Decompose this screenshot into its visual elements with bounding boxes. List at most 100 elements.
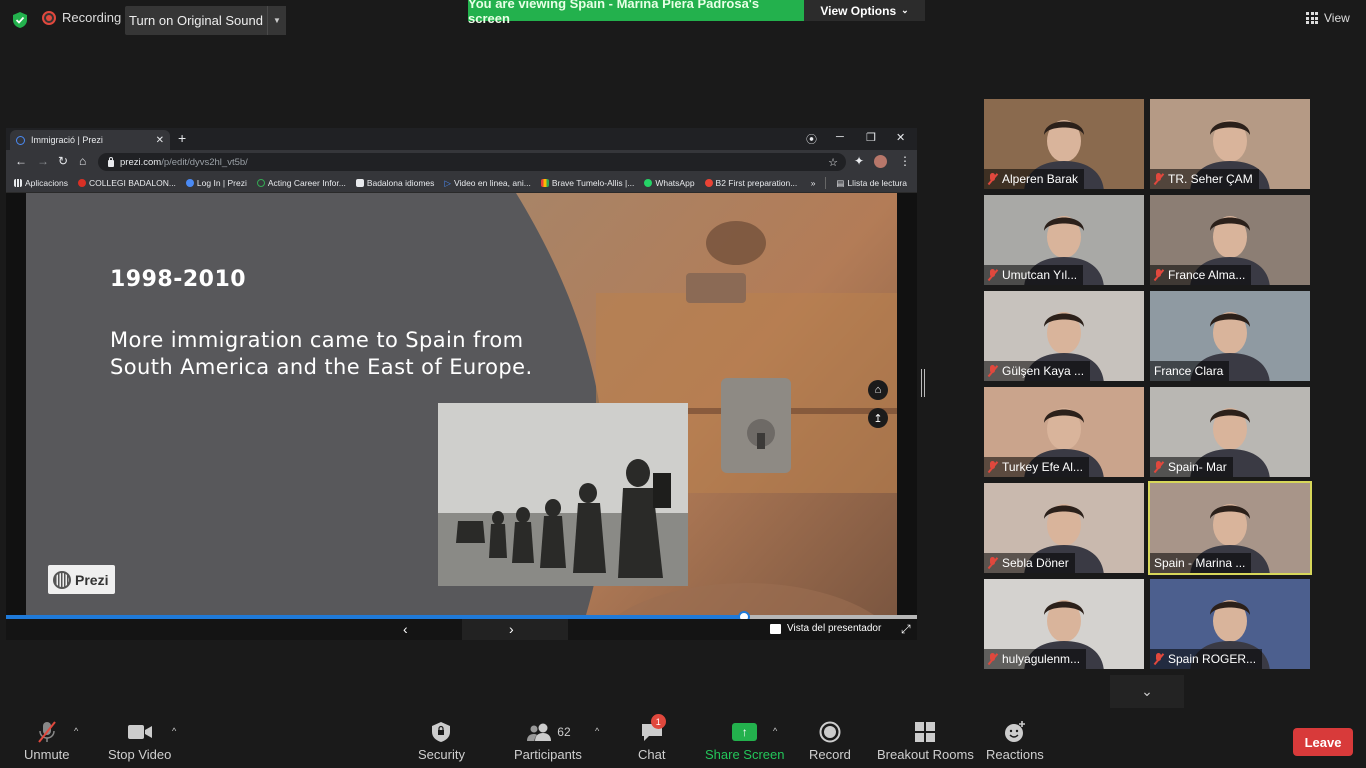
view-options-button[interactable]: View Options ⌄ bbox=[804, 0, 925, 21]
back-arrow-icon[interactable]: ← bbox=[15, 154, 27, 168]
recording-indicator[interactable]: Recording bbox=[42, 10, 121, 25]
bookmark-item[interactable]: Brave Tumelo-Allis |... bbox=[540, 178, 635, 188]
gallery-next-page-button[interactable]: ⌄ bbox=[1110, 675, 1184, 708]
browser-menu-icon[interactable]: ⋮ bbox=[899, 154, 911, 168]
reactions-button[interactable]: Reactions bbox=[986, 720, 1044, 762]
security-label: Security bbox=[418, 747, 465, 762]
reactions-label: Reactions bbox=[986, 747, 1044, 762]
participant-tile[interactable]: hulyagulenm... bbox=[984, 579, 1144, 669]
bookmark-item[interactable]: COLLEGI BADALON... bbox=[78, 178, 176, 188]
presenter-view-button[interactable]: Vista del presentador bbox=[770, 623, 881, 634]
reload-icon[interactable]: ↻ bbox=[58, 154, 68, 168]
reading-list-icon: ▤ bbox=[836, 177, 845, 188]
security-shield-icon[interactable] bbox=[12, 11, 28, 29]
home-icon[interactable]: ⌂ bbox=[79, 154, 86, 168]
participant-tile[interactable]: Spain- Mar bbox=[1150, 387, 1310, 477]
bookmark-item[interactable]: Acting Career Infor... bbox=[256, 178, 346, 188]
profile-media-icon[interactable]: ⦿ bbox=[806, 131, 817, 147]
leave-button[interactable]: Leave bbox=[1293, 728, 1353, 756]
prev-step-icon[interactable]: ‹ bbox=[403, 621, 408, 637]
minimize-icon[interactable]: ─ bbox=[836, 131, 844, 143]
participant-tile[interactable]: Spain ROGER... bbox=[1150, 579, 1310, 669]
play-icon: ▷ bbox=[444, 177, 451, 188]
chat-button[interactable]: 1 Chat bbox=[638, 714, 666, 762]
zoom-out-icon[interactable]: ↥ bbox=[868, 408, 888, 428]
participant-name: Umutcan Yıl... bbox=[1002, 268, 1078, 282]
stop-video-button[interactable]: Stop Video bbox=[108, 720, 171, 762]
original-sound-dropdown[interactable]: ▼ bbox=[267, 6, 286, 35]
participants-options-caret-icon[interactable]: ^ bbox=[595, 726, 599, 736]
mic-muted-icon bbox=[988, 365, 997, 377]
original-sound-button[interactable]: Turn on Original Sound bbox=[125, 6, 267, 35]
mic-muted-icon bbox=[35, 720, 59, 744]
bookmark-label: B2 First preparation... bbox=[715, 178, 798, 188]
prezi-slide-viewport: 1998-2010 More immigration came to Spain… bbox=[6, 193, 917, 615]
participant-name-tag: Spain - Marina ... bbox=[1150, 553, 1252, 573]
prezi-badge[interactable]: Prezi bbox=[48, 565, 115, 594]
unmute-button[interactable]: Unmute bbox=[24, 720, 70, 762]
fullscreen-icon[interactable]: ⤢ bbox=[901, 622, 911, 637]
split-resize-handle[interactable] bbox=[921, 369, 925, 397]
view-options-label: View Options bbox=[820, 3, 897, 18]
participant-tile[interactable]: Alperen Barak bbox=[984, 99, 1144, 189]
audio-options-caret-icon[interactable]: ^ bbox=[74, 726, 78, 736]
new-tab-icon[interactable]: + bbox=[178, 130, 186, 146]
whatsapp-icon bbox=[644, 179, 653, 187]
participant-tile[interactable]: Sebla Döner bbox=[984, 483, 1144, 573]
participant-tile[interactable]: Turkey Efe Al... bbox=[984, 387, 1144, 477]
mic-muted-icon bbox=[1154, 173, 1163, 185]
participant-name-tag: France Clara bbox=[1150, 361, 1230, 381]
tab-close-icon[interactable]: ✕ bbox=[156, 135, 164, 146]
chat-label: Chat bbox=[638, 747, 666, 762]
bookmark-item[interactable]: WhatsApp bbox=[644, 178, 695, 188]
unmute-label: Unmute bbox=[24, 747, 70, 762]
participant-name-tag: Spain ROGER... bbox=[1150, 649, 1263, 669]
bookmark-item[interactable]: Badalona idiomes bbox=[355, 178, 434, 188]
bookmarks-divider bbox=[825, 177, 827, 189]
participant-tile[interactable]: Gülşen Kaya ... bbox=[984, 291, 1144, 381]
participant-tile[interactable]: TR. Seher ÇAM bbox=[1150, 99, 1310, 189]
profile-avatar[interactable] bbox=[874, 155, 887, 168]
bookmark-icon bbox=[256, 179, 265, 187]
participant-tile[interactable]: France Clara bbox=[1150, 291, 1310, 381]
meeting-controls-bar: Unmute ^ Stop Video ^ Security 62 Partic… bbox=[0, 708, 1366, 768]
participant-name: Spain - Marina ... bbox=[1154, 556, 1246, 570]
restore-icon[interactable]: ❐ bbox=[866, 131, 876, 144]
next-step-icon[interactable]: › bbox=[509, 621, 514, 637]
window-close-icon[interactable]: ✕ bbox=[896, 131, 905, 144]
presenter-view-label: Vista del presentador bbox=[787, 623, 882, 634]
share-options-caret-icon[interactable]: ^ bbox=[773, 726, 777, 736]
browser-tab[interactable]: Immigració | Prezi ✕ bbox=[10, 130, 170, 150]
home-icon[interactable]: ⌂ bbox=[868, 380, 888, 400]
reading-list[interactable]: ▤ Llista de lectura bbox=[836, 178, 907, 189]
participant-tile[interactable]: Umutcan Yıl... bbox=[984, 195, 1144, 285]
address-bar[interactable]: prezi.com/p/edit/dyvs2hl_vt5b/ ☆ bbox=[98, 153, 846, 171]
bookmark-label: COLLEGI BADALON... bbox=[89, 178, 176, 188]
bookmark-label: Video en linea, ani... bbox=[453, 178, 531, 188]
participant-tile[interactable]: France Alma... bbox=[1150, 195, 1310, 285]
next-step-button[interactable] bbox=[462, 619, 568, 640]
view-button[interactable]: View bbox=[1306, 11, 1350, 25]
security-button[interactable]: Security bbox=[418, 720, 465, 762]
caret-down-icon: ▼ bbox=[273, 16, 281, 25]
breakout-rooms-button[interactable]: Breakout Rooms bbox=[877, 720, 974, 762]
bookmark-icon bbox=[704, 179, 713, 187]
video-options-caret-icon[interactable]: ^ bbox=[172, 726, 176, 736]
extensions-icon[interactable]: ✦ bbox=[854, 154, 864, 168]
bookmark-star-icon[interactable]: ☆ bbox=[828, 156, 838, 169]
more-bookmarks-icon[interactable]: » bbox=[811, 178, 816, 188]
record-button[interactable]: Record bbox=[809, 720, 851, 762]
bookmark-item[interactable]: B2 First preparation... bbox=[704, 178, 798, 188]
participant-name: Sebla Döner bbox=[1002, 556, 1069, 570]
prezi-slide[interactable]: 1998-2010 More immigration came to Spain… bbox=[26, 193, 897, 615]
bookmark-icon bbox=[540, 179, 549, 187]
bookmark-item[interactable]: ▷ Video en linea, ani... bbox=[444, 178, 530, 189]
url-path: /p/edit/dyvs2hl_vt5b/ bbox=[161, 156, 248, 168]
bookmark-label: Brave Tumelo-Allis |... bbox=[551, 178, 635, 188]
participant-tile[interactable]: Spain - Marina ... bbox=[1148, 481, 1312, 575]
bookmark-item[interactable]: Log In | Prezi bbox=[185, 178, 247, 188]
bookmark-item[interactable]: Aplicacions bbox=[14, 178, 68, 188]
participant-name-tag: Spain- Mar bbox=[1150, 457, 1233, 477]
participants-button[interactable]: 62 Participants bbox=[514, 720, 582, 762]
forward-arrow-icon[interactable]: → bbox=[37, 154, 49, 168]
